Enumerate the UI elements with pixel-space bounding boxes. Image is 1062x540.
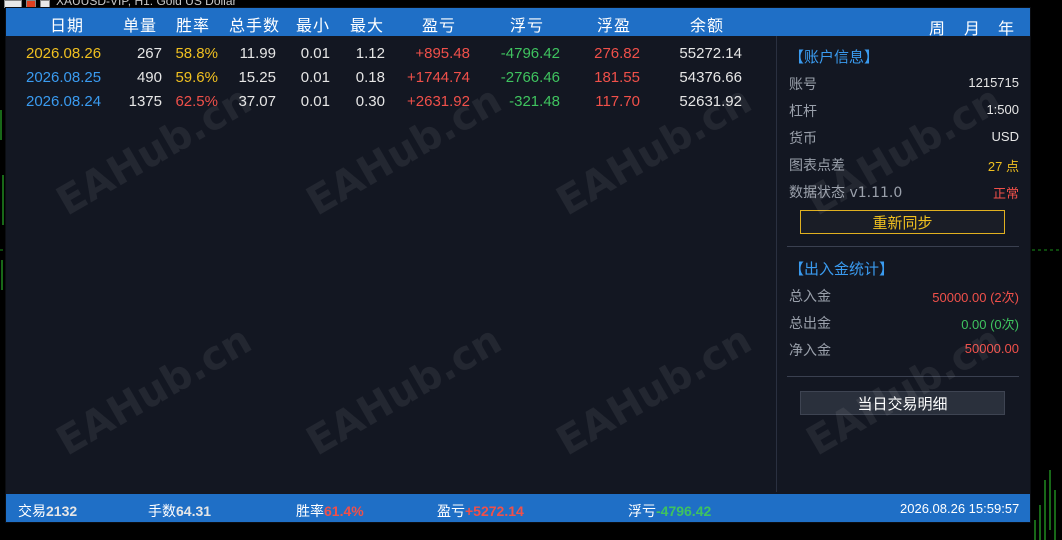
watermark: EAHub.cn — [48, 317, 260, 465]
footer-trades-value: 2132 — [46, 503, 78, 519]
cell-balance: 52631.92 — [679, 93, 742, 110]
footer-lots-value: 64.31 — [176, 503, 212, 519]
footer-trades-label: 交易 — [18, 504, 46, 520]
side-panel: 【账户信息】 账号 1215715 杠杆 1:500 货币 USD 图表点差 27 点数据状态… — [777, 36, 1030, 492]
cell-orders: 267 — [136, 45, 162, 62]
funds-stat-value: 50000.00 (2次) — [932, 290, 1019, 305]
footer-float: 浮亏-4796.42 — [628, 501, 711, 521]
cell-date: 2026.08.24 — [26, 93, 102, 110]
header-min: 最小 — [296, 16, 331, 35]
cell-lots: 37.07 — [238, 93, 276, 110]
account-info-label: 杠杆 — [789, 104, 817, 120]
footer-winrate: 胜率61.4% — [296, 501, 364, 521]
daily-trade-detail-button[interactable]: 当日交易明细 — [800, 391, 1005, 415]
cell-float-profit: 117.70 — [595, 93, 640, 110]
header-balance: 余额 — [690, 16, 725, 35]
watermark: EAHub.cn — [298, 317, 510, 465]
funds-stat-label: 总出金 — [789, 316, 831, 332]
footer-lots: 手数64.31 — [148, 501, 211, 521]
footer-pnl: 盈亏+5272.14 — [437, 501, 524, 521]
footer-winrate-label: 胜率 — [296, 504, 324, 520]
account-info-row: 账号 1215715 — [789, 74, 1019, 96]
account-info-row: 货币 USD — [789, 128, 1019, 150]
cell-float-profit: 276.82 — [594, 45, 640, 62]
cell-balance: 55272.14 — [679, 45, 742, 62]
footer-datetime: 2026.08.26 15:59:57 — [900, 501, 1020, 516]
header-lots: 总手数 — [229, 16, 281, 35]
footer-pnl-value: +5272.14 — [465, 503, 524, 519]
cell-orders: 490 — [136, 69, 162, 86]
header-orders: 单量 — [123, 16, 158, 35]
account-info-row: 数据状态 v1.11.0 正常 — [789, 182, 1019, 204]
funds-stat-row: 总入金 50000.00 (2次) — [789, 286, 1019, 308]
header-winrate: 胜率 — [176, 16, 211, 35]
cell-balance: 54376.66 — [679, 69, 742, 86]
footer-trades: 交易2132 — [18, 501, 77, 521]
cell-max: 0.30 — [355, 93, 385, 110]
statistics-panel: 日期 单量 胜率 总手数 最小 最大 盈亏 浮亏 浮盈 余额 周 月 年 202… — [5, 7, 1031, 523]
cell-date: 2026.08.25 — [26, 69, 102, 86]
account-info-title: 【账户信息】 — [789, 48, 880, 66]
cell-min: 0.01 — [300, 45, 330, 62]
footer-float-label: 浮亏 — [628, 504, 656, 520]
side-separator — [787, 376, 1019, 377]
cell-float-loss: -2766.46 — [500, 69, 560, 86]
account-info-label: 图表点差 — [789, 158, 845, 174]
header-pnl: 盈亏 — [422, 16, 457, 35]
cell-max: 0.18 — [355, 69, 385, 86]
funds-stat-value: 0.00 (0次) — [961, 317, 1019, 332]
footer-float-value: -4796.42 — [656, 503, 712, 519]
cell-winrate: 59.6% — [175, 69, 218, 86]
header-max: 最大 — [350, 16, 385, 35]
account-info-value: 27 点 — [987, 159, 1019, 174]
cell-lots: 11.99 — [239, 45, 276, 62]
table-row: 2026.08.25 490 59.6% 15.25 0.01 0.18 +1744.74 -… — [6, 68, 776, 92]
summary-footer: 交易2132 手数64.31 胜率61.4% 盈亏+5272.14 浮亏-479… — [6, 494, 1030, 522]
account-info-row: 杠杆 1:500 — [789, 101, 1019, 123]
cell-pnl: +1744.74 — [407, 69, 470, 86]
footer-winrate-value: 61.4% — [324, 503, 364, 519]
account-info-label: 货币 — [789, 131, 817, 147]
funds-stat-row: 净入金 50000.00 — [789, 340, 1019, 362]
cell-lots: 15.25 — [238, 69, 276, 86]
cell-orders: 1375 — [128, 93, 162, 110]
account-info-value: USD — [991, 129, 1019, 144]
cell-min: 0.01 — [300, 93, 330, 110]
cell-winrate: 62.5% — [175, 93, 218, 110]
account-info-row: 图表点差 27 点 — [789, 155, 1019, 177]
cell-min: 0.01 — [300, 69, 330, 86]
table-row: 2026.08.26 267 58.8% 11.99 0.01 1.12 +895.48 -4… — [6, 44, 776, 68]
cell-max: 1.12 — [355, 45, 385, 62]
watermark: EAHub.cn — [548, 317, 760, 465]
account-info-label: 账号 — [789, 77, 817, 93]
header-float-loss: 浮亏 — [510, 16, 545, 35]
table-header: 日期 单量 胜率 总手数 最小 最大 盈亏 浮亏 浮盈 余额 周 月 年 — [6, 8, 1030, 38]
account-info-value: 1215715 — [968, 75, 1019, 90]
footer-lots-label: 手数 — [148, 504, 176, 520]
funds-stat-row: 总出金 0.00 (0次) — [789, 313, 1019, 335]
header-date: 日期 — [50, 16, 85, 35]
cell-pnl: +2631.92 — [407, 93, 470, 110]
header-float-profit: 浮盈 — [597, 16, 632, 35]
account-info-label: 数据状态 v1.11.0 — [789, 185, 903, 201]
side-separator — [787, 246, 1019, 247]
cell-float-loss: -4796.42 — [500, 45, 560, 62]
cell-winrate: 58.8% — [175, 45, 218, 62]
footer-pnl-label: 盈亏 — [437, 504, 465, 520]
cell-float-profit: 181.55 — [594, 69, 640, 86]
account-info-value: 1:500 — [986, 102, 1019, 117]
daily-stats-table: 2026.08.26 267 58.8% 11.99 0.01 1.12 +895.48 -4… — [6, 44, 776, 116]
funds-stat-label: 总入金 — [789, 289, 831, 305]
funds-stats-title: 【出入金统计】 — [789, 260, 895, 278]
table-row: 2026.08.24 1375 62.5% 37.07 0.01 0.30 +2631.92… — [6, 92, 776, 116]
cell-pnl: +895.48 — [415, 45, 470, 62]
cell-date: 2026.08.26 — [26, 45, 102, 62]
funds-stat-label: 净入金 — [789, 343, 831, 359]
funds-stat-value: 50000.00 — [964, 341, 1019, 356]
cell-float-loss: -321.48 — [509, 93, 560, 110]
account-info-value: 正常 — [992, 186, 1019, 201]
resync-button[interactable]: 重新同步 — [800, 210, 1005, 234]
